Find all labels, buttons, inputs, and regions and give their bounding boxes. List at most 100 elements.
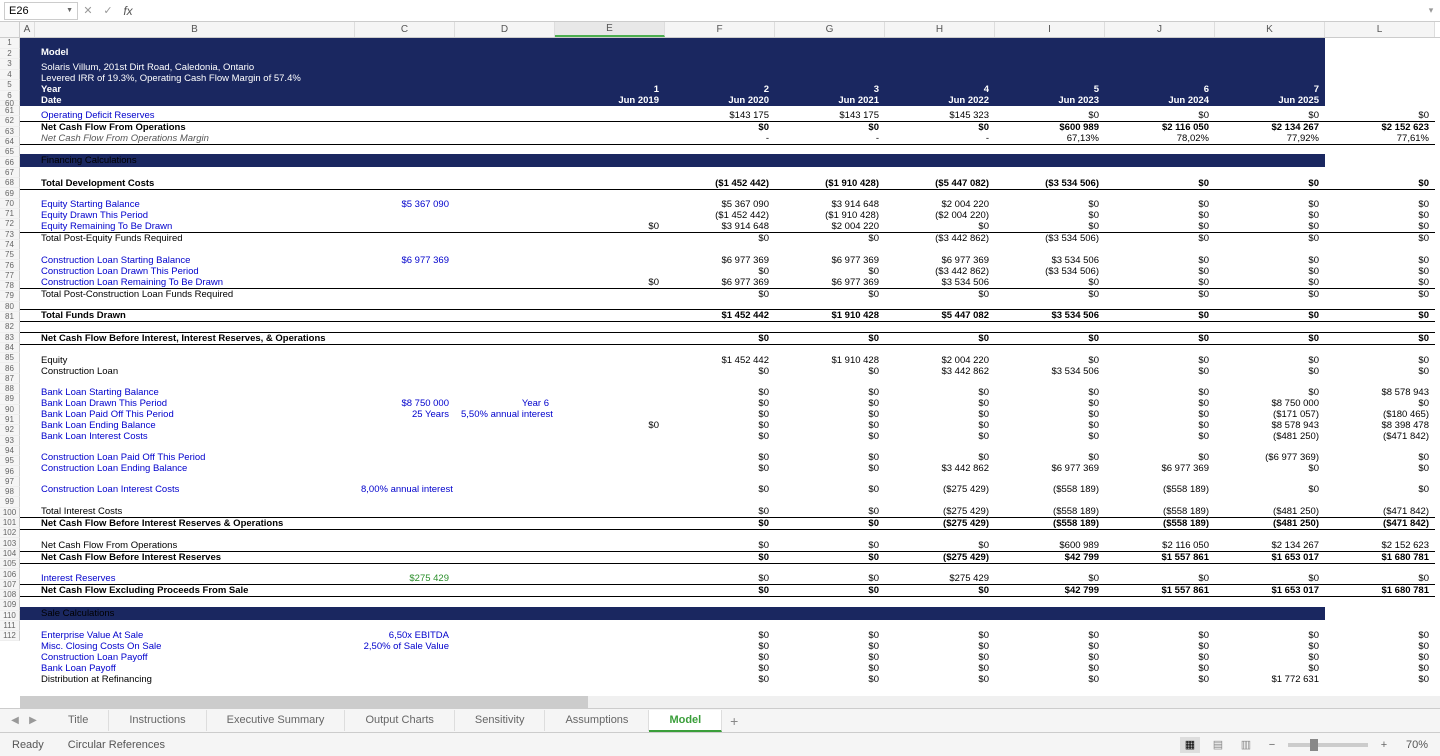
cancel-formula-button[interactable]: ✕	[78, 2, 98, 20]
cells-area[interactable]: ModelSolaris Villum, 201st Dirt Road, Ca…	[20, 38, 1440, 706]
row-header[interactable]: 110	[0, 611, 20, 621]
select-all-corner[interactable]	[0, 22, 20, 37]
sheet-table: ModelSolaris Villum, 201st Dirt Road, Ca…	[20, 38, 1435, 685]
name-box-dropdown-icon[interactable]: ▼	[66, 7, 73, 14]
row-header[interactable]: 109	[0, 600, 20, 610]
tab-next-button[interactable]: ▶	[24, 713, 42, 729]
col-header-E[interactable]: E	[555, 22, 665, 37]
expand-formula-bar-icon[interactable]: ▾	[1422, 5, 1440, 16]
row-header[interactable]: 63	[0, 127, 20, 137]
row-header[interactable]: 77	[0, 271, 20, 281]
sheet-tab-executive-summary[interactable]: Executive Summary	[207, 710, 346, 731]
row-header[interactable]: 71	[0, 209, 20, 219]
row-header[interactable]: 65	[0, 147, 20, 157]
column-headers: ABCDEFGHIJKL	[0, 22, 1440, 38]
fx-button[interactable]: fx	[118, 2, 138, 20]
col-header-I[interactable]: I	[995, 22, 1105, 37]
status-bar: Ready Circular References ▦ ▤ ▥ − + 70%	[0, 732, 1440, 756]
row-header[interactable]: 96	[0, 466, 20, 476]
sheet-tab-title[interactable]: Title	[48, 710, 109, 731]
row-header[interactable]: 101	[0, 518, 20, 528]
zoom-percentage: 70%	[1406, 739, 1428, 751]
row-header[interactable]: 68	[0, 178, 20, 188]
row-header[interactable]: 78	[0, 281, 20, 291]
row-header[interactable]: 98	[0, 487, 20, 497]
row-header[interactable]: 81	[0, 312, 20, 322]
row-header[interactable]: 89	[0, 394, 20, 404]
row-header[interactable]: 97	[0, 477, 20, 487]
row-header[interactable]: 76	[0, 260, 20, 270]
sheet-tab-assumptions[interactable]: Assumptions	[545, 710, 649, 731]
row-header[interactable]: 106	[0, 569, 20, 579]
col-header-K[interactable]: K	[1215, 22, 1325, 37]
col-header-A[interactable]: A	[20, 22, 35, 37]
sheet-tab-model[interactable]: Model	[649, 710, 722, 732]
spreadsheet-grid[interactable]: 1234566061626364656667686970717273747576…	[0, 38, 1440, 706]
horizontal-scroll-thumb[interactable]	[20, 696, 588, 708]
row-header[interactable]: 85	[0, 353, 20, 363]
col-header-D[interactable]: D	[455, 22, 555, 37]
row-header[interactable]: 79	[0, 291, 20, 301]
zoom-in-button[interactable]: +	[1376, 737, 1392, 753]
row-header[interactable]: 73	[0, 230, 20, 240]
row-header[interactable]: 105	[0, 559, 20, 569]
col-header-G[interactable]: G	[775, 22, 885, 37]
row-header[interactable]: 90	[0, 405, 20, 415]
row-header[interactable]: 104	[0, 549, 20, 559]
add-sheet-button[interactable]: +	[722, 713, 746, 729]
zoom-out-button[interactable]: −	[1264, 737, 1280, 753]
row-header[interactable]: 99	[0, 497, 20, 507]
name-box[interactable]: E26 ▼	[4, 2, 78, 20]
row-header[interactable]: 75	[0, 250, 20, 260]
formula-input[interactable]	[138, 2, 1422, 20]
row-header[interactable]: 108	[0, 590, 20, 600]
row-header[interactable]: 95	[0, 456, 20, 466]
view-page-layout-button[interactable]: ▤	[1208, 737, 1228, 753]
row-header[interactable]: 61	[0, 106, 20, 116]
row-header[interactable]: 102	[0, 528, 20, 538]
col-header-B[interactable]: B	[35, 22, 355, 37]
row-header[interactable]: 80	[0, 302, 20, 312]
view-page-break-button[interactable]: ▥	[1236, 737, 1256, 753]
row-header[interactable]: 92	[0, 425, 20, 435]
row-header[interactable]: 91	[0, 415, 20, 425]
sheet-tab-instructions[interactable]: Instructions	[109, 710, 206, 731]
col-header-L[interactable]: L	[1325, 22, 1435, 37]
zoom-slider-handle[interactable]	[1310, 739, 1318, 751]
row-header[interactable]: 82	[0, 322, 20, 332]
row-header[interactable]: 93	[0, 436, 20, 446]
row-header[interactable]: 112	[0, 631, 20, 641]
name-box-value: E26	[9, 5, 29, 17]
row-header[interactable]: 62	[0, 116, 20, 126]
row-header[interactable]: 69	[0, 188, 20, 198]
row-header[interactable]: 94	[0, 446, 20, 456]
row-header[interactable]: 67	[0, 168, 20, 178]
row-header[interactable]: 87	[0, 374, 20, 384]
row-header[interactable]: 107	[0, 580, 20, 590]
row-header[interactable]: 100	[0, 508, 20, 518]
row-header[interactable]: 111	[0, 621, 20, 631]
row-header[interactable]: 103	[0, 538, 20, 548]
status-ready: Ready	[12, 739, 44, 751]
row-header[interactable]: 84	[0, 343, 20, 353]
row-header[interactable]: 70	[0, 199, 20, 209]
row-header[interactable]: 74	[0, 240, 20, 250]
col-header-C[interactable]: C	[355, 22, 455, 37]
col-header-H[interactable]: H	[885, 22, 995, 37]
accept-formula-button[interactable]: ✓	[98, 2, 118, 20]
col-header-F[interactable]: F	[665, 22, 775, 37]
row-header[interactable]: 72	[0, 219, 20, 229]
sheet-tab-output-charts[interactable]: Output Charts	[345, 710, 454, 731]
row-header[interactable]: 66	[0, 157, 20, 167]
row-header[interactable]: 88	[0, 384, 20, 394]
tab-nav: ◀ ▶	[0, 713, 48, 729]
view-normal-button[interactable]: ▦	[1180, 737, 1200, 753]
row-header[interactable]: 86	[0, 363, 20, 373]
horizontal-scrollbar[interactable]	[20, 696, 1440, 708]
row-header[interactable]: 64	[0, 137, 20, 147]
row-header[interactable]: 83	[0, 333, 20, 343]
sheet-tab-sensitivity[interactable]: Sensitivity	[455, 710, 546, 731]
col-header-J[interactable]: J	[1105, 22, 1215, 37]
tab-prev-button[interactable]: ◀	[6, 713, 24, 729]
zoom-slider[interactable]	[1288, 743, 1368, 747]
